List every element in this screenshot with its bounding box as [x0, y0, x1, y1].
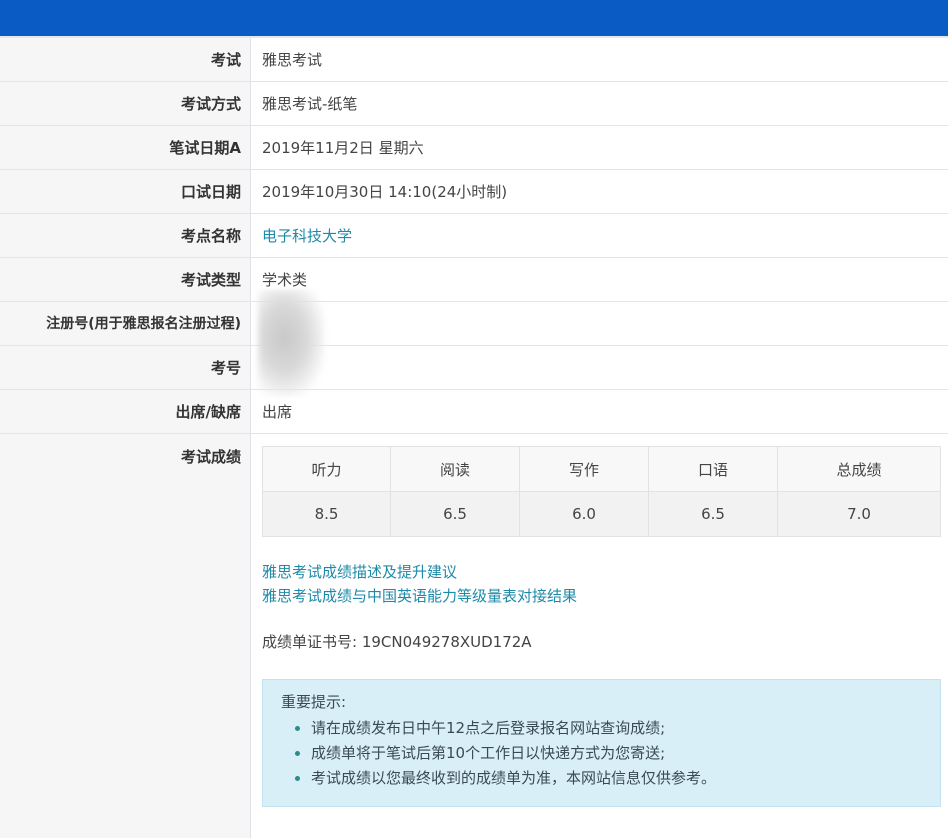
row-label: 考试方式 [180, 95, 241, 113]
score-header-row: 听力 阅读 写作 口语 总成绩 [262, 446, 941, 492]
score-header-overall: 总成绩 [777, 446, 941, 492]
score-header-writing: 写作 [519, 446, 649, 492]
important-notice: 重要提示: 请在成绩发布日中午12点之后登录报名网站查询成绩; 成绩单将于笔试后… [262, 679, 941, 807]
score-value-row: 8.5 6.5 6.0 6.5 7.0 [262, 491, 941, 537]
row-value: 雅思考试 [262, 51, 323, 69]
row-label: 考试 [210, 51, 241, 69]
top-header-bar [0, 0, 948, 36]
cse-mapping-link[interactable]: 雅思考试成绩与中国英语能力等级量表对接结果 [262, 584, 577, 608]
scores-label: 考试成绩 [180, 448, 241, 466]
notice-list: 请在成绩发布日中午12点之后登录报名网站查询成绩; 成绩单将于笔试后第10个工作… [281, 716, 922, 791]
score-writing: 6.0 [519, 491, 649, 537]
row-exam-type: 考试类型 学术类 [0, 258, 948, 302]
row-value: 2019年10月30日 14:10(24小时制) [262, 183, 508, 201]
row-label: 口试日期 [180, 183, 241, 201]
notice-item: 成绩单将于笔试后第10个工作日以快递方式为您寄送; [311, 741, 922, 766]
row-label: 笔试日期A [169, 139, 241, 157]
score-reading: 6.5 [390, 491, 520, 537]
row-value: 雅思考试-纸笔 [262, 95, 358, 113]
row-written-date: 笔试日期A 2019年11月2日 星期六 [0, 126, 948, 170]
notice-title: 重要提示: [281, 693, 347, 711]
notice-item: 请在成绩发布日中午12点之后登录报名网站查询成绩; [311, 716, 922, 741]
test-center-link[interactable]: 电子科技大学 [262, 214, 352, 258]
row-label: 出席/缺席 [175, 403, 241, 421]
row-label: 考试类型 [180, 271, 241, 289]
redaction-blur [258, 290, 324, 396]
score-table: 听力 阅读 写作 口语 总成绩 8.5 6.5 6.0 6.5 7.0 [262, 446, 941, 537]
row-label: 注册号(用于雅思报名注册过程) [46, 316, 241, 332]
row-value: 出席 [262, 403, 293, 421]
row-label: 考号 [210, 359, 241, 377]
score-speaking: 6.5 [648, 491, 778, 537]
score-header-speaking: 口语 [648, 446, 778, 492]
row-exam: 考试 雅思考试 [0, 38, 948, 82]
score-description-link[interactable]: 雅思考试成绩描述及提升建议 [262, 560, 577, 584]
row-label: 考点名称 [180, 227, 241, 245]
certificate-number: 成绩单证书号: 19CN049278XUD172A [262, 633, 532, 651]
score-overall: 7.0 [777, 491, 941, 537]
notice-item: 考试成绩以您最终收到的成绩单为准，本网站信息仅供参考。 [311, 766, 922, 791]
row-exam-mode: 考试方式 雅思考试-纸笔 [0, 82, 948, 126]
score-header-reading: 阅读 [390, 446, 520, 492]
score-listening: 8.5 [262, 491, 391, 537]
score-links: 雅思考试成绩描述及提升建议 雅思考试成绩与中国英语能力等级量表对接结果 [262, 560, 577, 608]
score-header-listening: 听力 [262, 446, 391, 492]
row-attendance: 出席/缺席 出席 [0, 390, 948, 434]
row-candidate-number: 考号 [0, 346, 948, 390]
row-value: 2019年11月2日 星期六 [262, 139, 424, 157]
row-speaking-date: 口试日期 2019年10月30日 14:10(24小时制) [0, 170, 948, 214]
row-registration-number: 注册号(用于雅思报名注册过程) [0, 302, 948, 346]
row-test-center: 考点名称 电子科技大学 [0, 214, 948, 258]
